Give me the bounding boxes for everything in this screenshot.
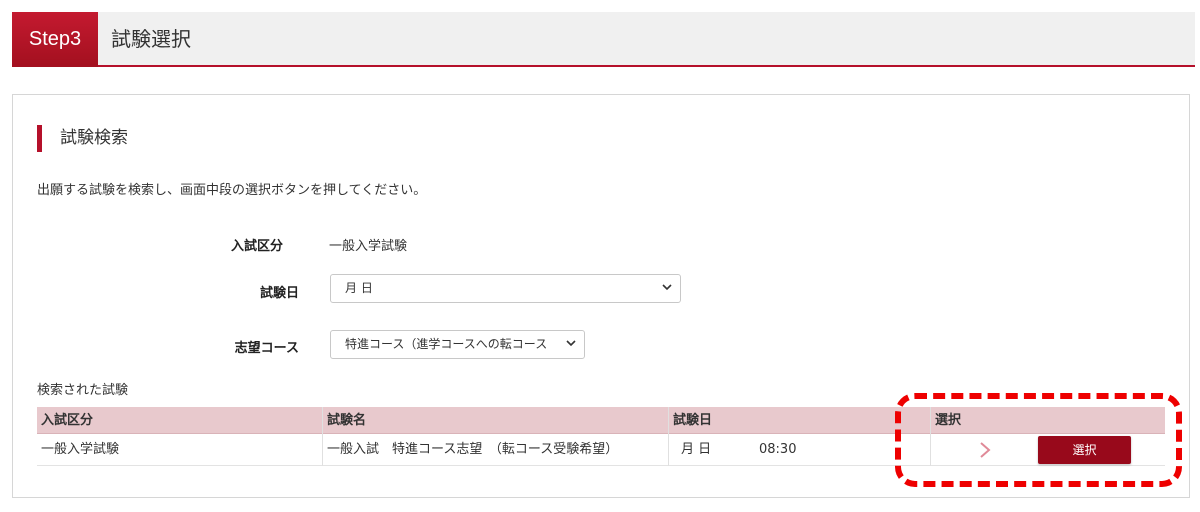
- exam-search-panel: 試験検索 出願する試験を検索し、画面中段の選択ボタンを押してください。 入試区分…: [12, 94, 1190, 498]
- chevron-right-icon: [975, 440, 995, 460]
- cell-exam-time: 08:30: [759, 442, 797, 457]
- step-badge: Step3: [12, 12, 98, 67]
- results-label: 検索された試験: [37, 383, 129, 398]
- intro-text: 出願する試験を検索し、画面中段の選択ボタンを押してください。: [37, 183, 427, 198]
- course-selected-value: 特進コース（進学コースへの転コース: [345, 337, 548, 351]
- course-label: 志望コース: [234, 341, 299, 356]
- exam-date-select[interactable]: 月 日: [330, 274, 681, 303]
- cell-exam-type: 一般入学試験: [41, 442, 120, 457]
- exam-date-label: 試験日: [259, 286, 299, 301]
- page-title: 試験選択: [111, 27, 191, 51]
- cell-exam-date: 月 日: [681, 442, 712, 457]
- cell-exam-name: 一般入試 特進コース志望 （転コース受験希望）: [327, 442, 619, 457]
- exam-date-selected-value: 月 日: [345, 281, 373, 295]
- step-header: Step3 試験選択: [12, 12, 1195, 67]
- column-header-exam-type: 入試区分: [41, 413, 94, 428]
- course-select[interactable]: 特進コース（進学コースへの転コース: [330, 330, 585, 359]
- column-divider: [322, 407, 323, 466]
- chevron-down-icon: [660, 275, 674, 302]
- column-header-exam-name: 試験名: [327, 413, 367, 428]
- table-header: 入試区分 試験名 試験日 選択: [37, 407, 1165, 434]
- column-divider: [668, 407, 669, 466]
- exam-type-value: 一般入学試験: [329, 239, 408, 254]
- column-header-select: 選択: [935, 413, 962, 428]
- chevron-down-icon: [564, 331, 578, 358]
- column-divider: [930, 407, 931, 466]
- select-exam-button[interactable]: 選択: [1038, 436, 1131, 464]
- exam-type-label: 入試区分: [230, 239, 283, 254]
- table-row: 一般入学試験 一般入試 特進コース志望 （転コース受験希望） 月 日 08:30…: [37, 434, 1165, 466]
- section-title: 試験検索: [37, 125, 128, 152]
- column-header-exam-date: 試験日: [673, 413, 713, 428]
